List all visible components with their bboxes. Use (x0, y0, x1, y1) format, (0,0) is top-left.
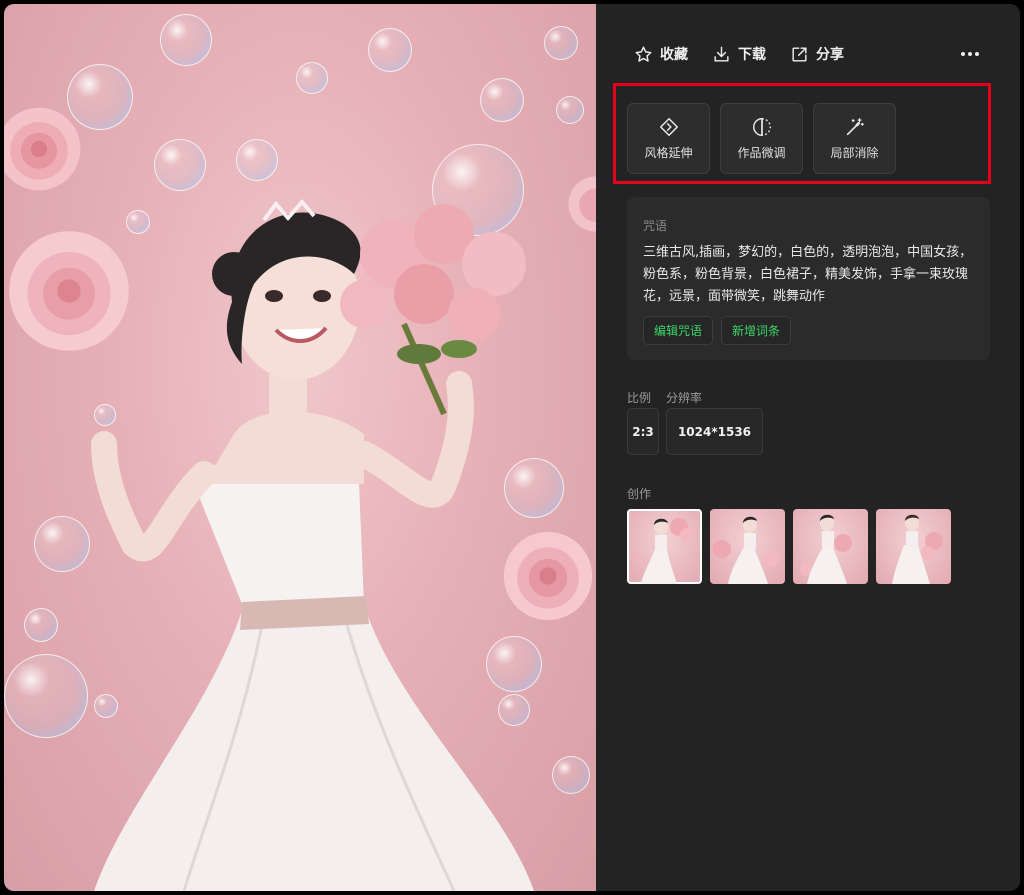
bubble (160, 14, 212, 66)
fine-tune-button[interactable]: 作品微调 (720, 103, 803, 174)
creation-thumbnail[interactable] (876, 509, 951, 584)
thumbnail-image (713, 516, 780, 584)
creation-thumbnails (627, 509, 951, 584)
download-button[interactable]: 下载 (712, 44, 766, 64)
add-term-button[interactable]: 新增词条 (721, 316, 792, 345)
thumbnail-image (892, 514, 943, 584)
edit-prompt-button[interactable]: 编辑咒语 (643, 316, 714, 345)
bubble (368, 28, 412, 72)
prompt-card: 咒语 三维古风,插画，梦幻的，白色的，透明泡泡，中国女孩，粉色系，粉色背景，白色… (627, 197, 990, 360)
bubble (236, 139, 278, 181)
thumbnail-image (641, 518, 694, 584)
half-circle-icon (752, 118, 771, 136)
style-extend-button[interactable]: 风格延伸 (627, 103, 710, 174)
generated-image[interactable] (4, 4, 596, 891)
rose (4, 107, 81, 191)
bubble (544, 26, 578, 60)
girl-figure (91, 198, 534, 891)
download-label: 下载 (738, 47, 766, 63)
resolution-value: 1024*1536 (666, 408, 763, 455)
details-panel: 收藏 下载 分享 风格延伸 作品微调 局部消除 咒语 三维古风,插画，梦幻的，白… (596, 4, 1020, 891)
creation-thumbnail[interactable] (793, 509, 868, 584)
bubble (480, 78, 524, 122)
bubble (296, 62, 328, 94)
creation-thumbnail[interactable] (627, 509, 702, 584)
star-icon (635, 46, 652, 62)
magic-wand-icon (846, 118, 864, 136)
local-erase-label: 局部消除 (830, 146, 879, 160)
diamond-arrow-icon (659, 118, 678, 136)
prompt-title: 咒语 (643, 219, 668, 233)
favorite-label: 收藏 (660, 47, 688, 63)
ratio-value: 2:3 (627, 408, 659, 455)
share-button[interactable]: 分享 (790, 44, 844, 64)
more-dot-icon (975, 52, 979, 56)
download-icon (714, 46, 729, 62)
app-window: 收藏 下载 分享 风格延伸 作品微调 局部消除 咒语 三维古风,插画，梦幻的，白… (4, 4, 1020, 891)
fine-tune-label: 作品微调 (737, 146, 786, 160)
share-icon (792, 46, 807, 62)
more-dot-icon (961, 52, 965, 56)
action-toolbar: 收藏 下载 分享 (634, 42, 868, 66)
local-erase-button[interactable]: 局部消除 (813, 103, 896, 174)
style-extend-label: 风格延伸 (644, 146, 693, 160)
edit-tools: 风格延伸 作品微调 局部消除 (627, 103, 896, 174)
creation-thumbnail[interactable] (710, 509, 785, 584)
bubble (24, 608, 58, 642)
bubble (556, 96, 584, 124)
prompt-text: 三维古风,插画，梦幻的，白色的，透明泡泡，中国女孩，粉色系，粉色背景，白色裙子，… (643, 245, 973, 304)
ratio-label: 比例 (627, 391, 652, 405)
resolution-label: 分辨率 (666, 391, 703, 405)
favorite-button[interactable]: 收藏 (634, 44, 688, 64)
prompt-actions: 编辑咒语 新增词条 (643, 316, 792, 345)
more-options-button[interactable] (958, 42, 982, 66)
more-dot-icon (968, 52, 972, 56)
share-label: 分享 (816, 47, 844, 63)
thumbnail-image (800, 514, 852, 584)
creation-label: 创作 (627, 487, 652, 501)
